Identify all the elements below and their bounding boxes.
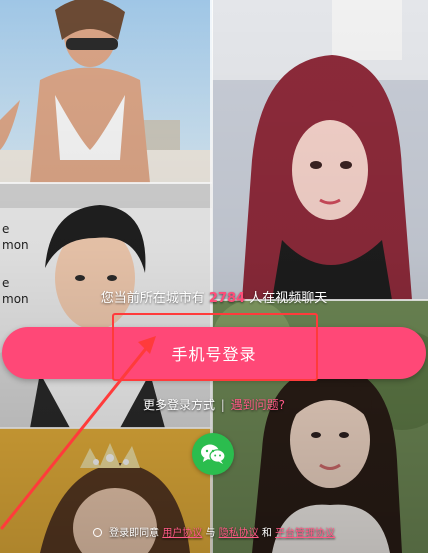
user-agreement-link[interactable]: 用户协议 — [162, 528, 202, 539]
agreement-and2: 和 — [261, 528, 272, 539]
online-users-banner: 您当前所在城市有 2784 人在视频聊天 — [0, 287, 428, 306]
more-login-row: 更多登录方式 | 遇到问题? — [0, 396, 428, 413]
online-suffix: 人在视频聊天 — [249, 291, 328, 306]
more-login-methods-link[interactable]: 更多登录方式 — [143, 398, 215, 412]
wechat-icon — [201, 444, 226, 464]
online-prefix: 您当前所在城市有 — [100, 291, 205, 306]
platform-rules-link[interactable]: 平台管理协议 — [275, 528, 335, 539]
phone-login-button[interactable]: 手机号登录 — [2, 327, 426, 379]
agreement-prefix: 登录即同意 — [109, 528, 160, 539]
agreement-radio[interactable] — [92, 528, 102, 537]
phone-login-label: 手机号登录 — [171, 345, 257, 364]
online-count: 2784 — [208, 291, 246, 306]
separator: | — [220, 398, 225, 412]
login-problem-link[interactable]: 遇到问题? — [231, 398, 285, 412]
agreement-and1: 与 — [205, 528, 216, 539]
agreement-row: 登录即同意 用户协议 与 隐私协议 和 平台管理协议 — [0, 524, 428, 539]
wechat-login-button[interactable] — [192, 433, 234, 475]
privacy-policy-link[interactable]: 隐私协议 — [219, 528, 259, 539]
